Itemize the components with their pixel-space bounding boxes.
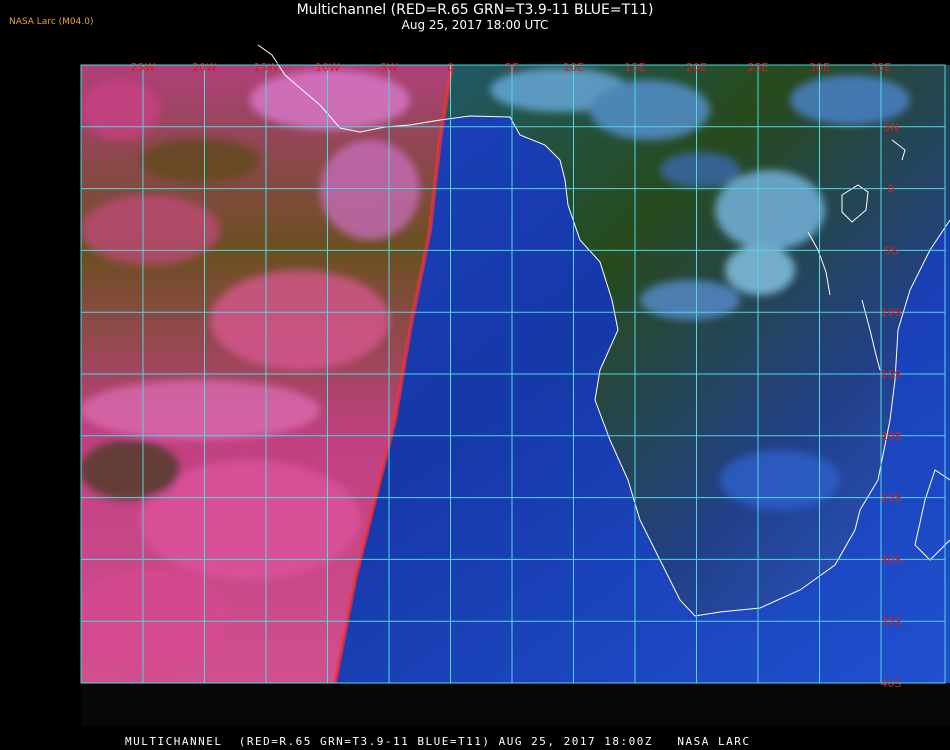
longitude-label: 10W — [315, 61, 340, 74]
longitude-label: 15W — [254, 61, 279, 74]
longitude-label: 0 — [447, 61, 454, 74]
latitude-label: 0 — [888, 183, 895, 196]
latitude-label: 25S — [881, 492, 902, 505]
satellite-map: 25W 20W 15W 10W 5W 0 5E 10E 15E 20E 25E 30E 35E 5N 0 5… — [80, 44, 950, 726]
longitude-label: 25W — [131, 61, 156, 74]
longitude-label: 5E — [505, 61, 519, 74]
footer-caption: MULTICHANNEL (RED=R.65 GRN=T3.9-11 BLUE=… — [125, 735, 751, 748]
longitude-label: 25E — [748, 61, 769, 74]
latitude-label: 35S — [881, 615, 902, 628]
longitude-label: 35E — [871, 61, 892, 74]
latitude-label: 15S — [881, 368, 902, 381]
latitude-label: 30S — [881, 553, 902, 566]
longitude-label: 10E — [563, 61, 584, 74]
longitude-label: 5W — [380, 61, 398, 74]
longitude-label: 15E — [625, 61, 646, 74]
latitude-label: 20S — [881, 430, 902, 443]
latitude-label: 10S — [881, 306, 902, 319]
latitude-label: 5S — [884, 244, 898, 257]
longitude-label: 30E — [809, 61, 830, 74]
longitude-label: 20E — [686, 61, 707, 74]
latitude-label: 5N — [883, 121, 898, 134]
longitude-label: 20W — [192, 61, 217, 74]
